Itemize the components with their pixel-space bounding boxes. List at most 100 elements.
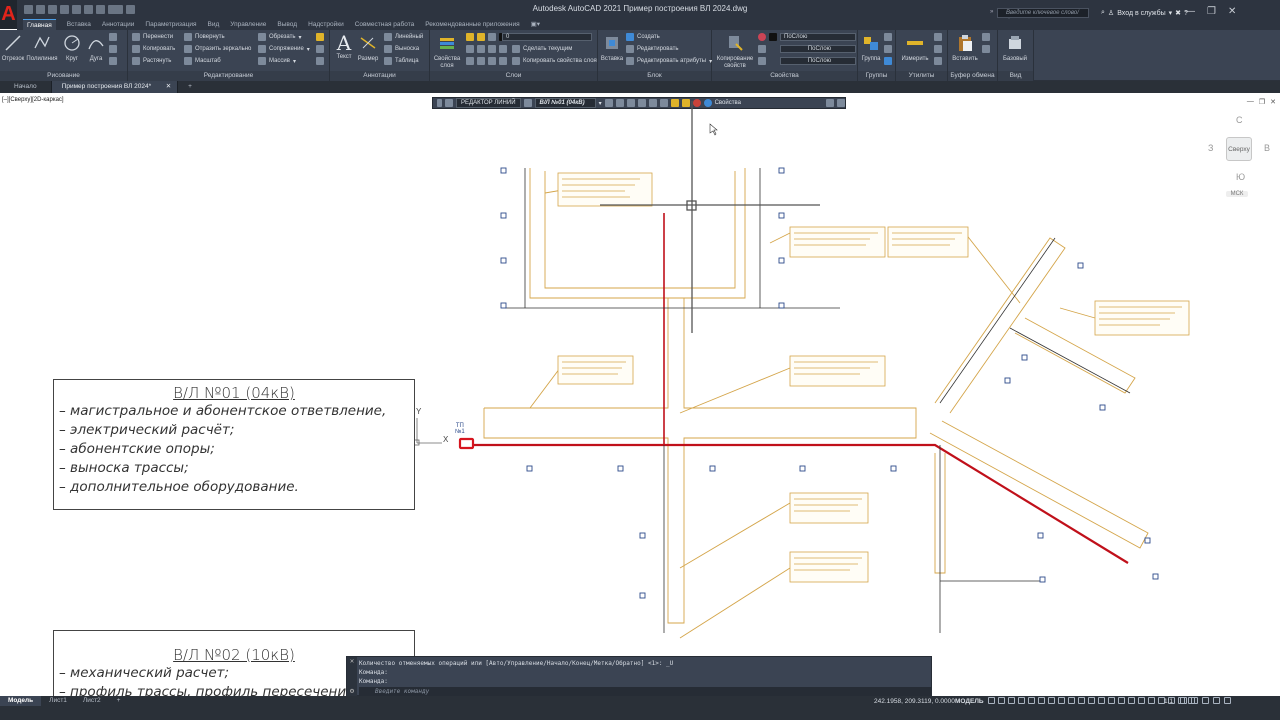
group-select-icon[interactable] (884, 57, 892, 65)
minimize-button[interactable]: — (1185, 6, 1195, 17)
rotate-button[interactable]: Повернуть (184, 33, 225, 41)
signin-area[interactable]: ⌕ ♙ Вход в службы ▾ ✖ ? (1101, 9, 1188, 17)
autoscale-icon[interactable] (1108, 697, 1115, 704)
isodraft-icon[interactable] (1038, 697, 1045, 704)
hatch-icon[interactable] (109, 45, 117, 53)
color-dropdown[interactable]: ПоСлою (780, 33, 856, 41)
tab-annotate[interactable]: Аннотации (102, 19, 135, 30)
workspace-icon[interactable] (1118, 697, 1125, 704)
otrack-icon[interactable] (1048, 697, 1055, 704)
layer-freeze-icon[interactable] (488, 45, 496, 53)
close-button[interactable]: ✕ (1228, 6, 1236, 17)
cut-icon[interactable] (982, 33, 990, 41)
lineweight-dropdown[interactable]: ПоСлою (780, 45, 856, 53)
ungroup-icon[interactable] (884, 33, 892, 41)
mirror-button[interactable]: Отразить зеркально (184, 45, 251, 53)
ortho-icon[interactable] (1018, 697, 1025, 704)
lineweight-toggle-icon[interactable] (1068, 697, 1075, 704)
dimension-button[interactable]: Размер (356, 32, 380, 62)
leader-button[interactable]: Выноска (384, 45, 419, 53)
panel-clipboard-title[interactable]: Буфер обмена (948, 71, 997, 81)
signin-label[interactable]: Вход в службы (1117, 10, 1165, 17)
linear-dim-button[interactable]: Линейный (384, 33, 423, 41)
circle-button[interactable]: Круг (60, 32, 84, 62)
stretch-button[interactable]: Растянуть (132, 57, 171, 65)
scale-button[interactable]: Масштаб (184, 57, 221, 65)
layer-on-icon[interactable] (466, 57, 474, 65)
ribbon-options-icon[interactable]: ▣▾ (531, 19, 540, 30)
trim-button[interactable]: Обрезать ▾ (258, 33, 302, 41)
erase-icon[interactable] (316, 33, 324, 41)
panel-properties-title[interactable]: Свойства (712, 71, 857, 81)
create-block-button[interactable]: Создать (626, 33, 660, 41)
layer-properties-button[interactable]: Свойства слоя (432, 32, 462, 70)
copy-button[interactable]: Копировать (132, 45, 175, 53)
viewcube[interactable]: С З В Ю Сверху МСК (1206, 111, 1272, 201)
viewcube-face-top[interactable]: Сверху (1226, 137, 1252, 161)
wrench-icon[interactable]: ⚙ (347, 687, 357, 695)
tab-addins[interactable]: Надстройки (308, 19, 344, 30)
viewcube-east[interactable]: В (1264, 143, 1270, 153)
viewcube-west[interactable]: З (1208, 143, 1213, 153)
tab-output[interactable]: Вывод (277, 19, 297, 30)
tab-insert[interactable]: Вставка (67, 19, 91, 30)
annotation-scale[interactable]: 1:1 (1164, 698, 1173, 705)
snap-icon[interactable] (998, 697, 1005, 704)
osnap-icon[interactable] (1058, 697, 1065, 704)
layer-thaw-icon[interactable] (477, 57, 485, 65)
layer-dropdown[interactable]: 0 (502, 33, 592, 41)
new-tab-button[interactable]: + (178, 81, 202, 93)
panel-utilities-title[interactable]: Утилиты (896, 71, 947, 81)
rectangle-icon[interactable] (109, 33, 117, 41)
polar-icon[interactable] (1028, 697, 1035, 704)
arc-button[interactable]: Дуга (85, 32, 107, 62)
isolate-objects-icon[interactable] (1148, 697, 1155, 704)
quick-select-icon[interactable] (934, 33, 942, 41)
layer-unlock-icon[interactable] (488, 57, 496, 65)
tab-home[interactable]: Главная (23, 19, 56, 30)
customization-icon[interactable] (1180, 697, 1231, 704)
search-icon[interactable]: ⌕ (1101, 9, 1105, 17)
close-icon[interactable]: ✕ (347, 657, 357, 665)
tab-collaborate[interactable]: Совместная работа (355, 19, 414, 30)
text-button[interactable]: A Текст (333, 32, 355, 60)
array-button[interactable]: Массив ▾ (258, 57, 296, 65)
model-space-button[interactable]: МОДЕЛЬ (955, 698, 984, 705)
hardware-accel-icon[interactable] (1138, 697, 1145, 704)
maximize-button[interactable]: ❐ (1207, 6, 1216, 17)
wcs-menu[interactable]: МСК (1226, 191, 1248, 197)
chevron-down-icon[interactable]: ▾ (293, 58, 296, 65)
cursor-coordinates[interactable]: 242.1958, 209.3119, 0.0000 (874, 698, 955, 705)
ellipse-icon[interactable] (109, 57, 117, 65)
tab-manage[interactable]: Управление (230, 19, 266, 30)
match-layer-button[interactable]: Копировать свойства слоя (512, 57, 597, 65)
infer-icon[interactable] (1008, 697, 1015, 704)
close-icon[interactable]: ✕ (166, 81, 171, 93)
layer-walk-icon[interactable] (499, 57, 507, 65)
dynamic-ucs-icon[interactable] (1128, 697, 1135, 704)
panel-groups-title[interactable]: Группы (858, 71, 895, 81)
tab-parametric[interactable]: Параметризация (145, 19, 196, 30)
menu-icon[interactable] (1224, 697, 1231, 704)
panel-view-title[interactable]: Вид (998, 71, 1033, 81)
tab-view[interactable]: Вид (208, 19, 220, 30)
exchange-icon[interactable]: ✖ (1175, 9, 1181, 17)
polyline-button[interactable]: Полилиния (26, 32, 58, 62)
line-button[interactable]: Отрезок (1, 32, 25, 62)
panel-annotation-title[interactable]: Аннотации (330, 71, 429, 81)
linetype-dropdown[interactable]: ПоСлою (780, 57, 856, 65)
drawing-canvas[interactable]: [–][Сверху][2D-каркас] — ❐ ✕ РЕДАКТОР ЛИ… (0, 93, 1280, 696)
offset-icon[interactable] (316, 57, 324, 65)
command-input[interactable]: Введите команду (359, 687, 931, 696)
viewcube-south[interactable]: Ю (1236, 172, 1245, 182)
unlock-icon[interactable] (488, 33, 496, 41)
table-button[interactable]: Таблица (384, 57, 419, 65)
copy-clip-icon[interactable] (982, 45, 990, 53)
panel-layers-title[interactable]: Слои (430, 71, 597, 81)
search-arrow-icon[interactable]: » (990, 9, 993, 15)
grid-icon[interactable] (988, 697, 995, 704)
lightbulb-icon[interactable] (466, 33, 474, 41)
doc-tab-start[interactable]: Начало (0, 81, 52, 93)
paste-button[interactable]: Вставить (950, 32, 980, 62)
explode-icon[interactable] (316, 45, 324, 53)
